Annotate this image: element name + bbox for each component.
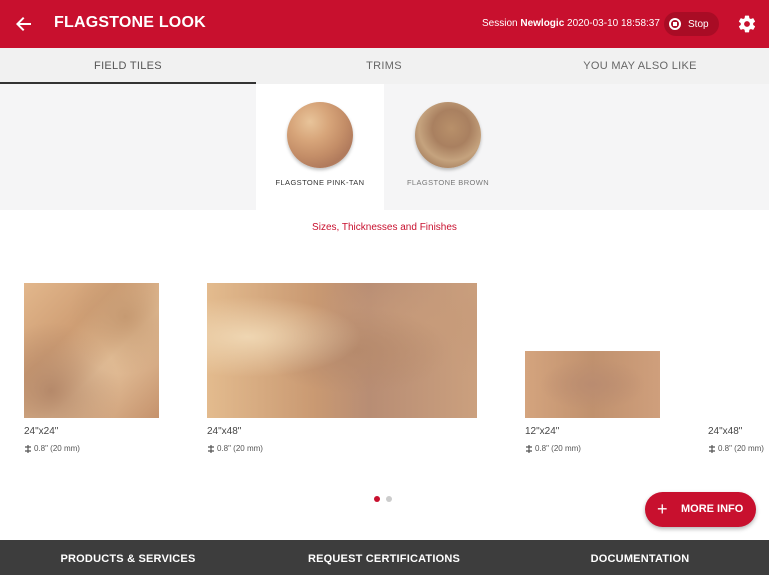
tab-bar: FIELD TILES TRIMS YOU MAY ALSO LIKE [0,48,769,85]
tile-thickness-value: 0.8" (20 mm) [535,444,581,453]
session-prefix: Session [482,18,521,29]
more-info-label: MORE INFO [681,503,744,515]
tile-image-12x24[interactable] [525,351,660,418]
tile-thickness: 0.8" (20 mm) [525,444,581,453]
more-info-button[interactable]: + MORE INFO [645,492,756,527]
tile-size-label: 24"x48" [708,426,743,437]
session-info: Session Newlogic 2020-03-10 18:58:37 [482,18,660,29]
color-swatch-label: FLAGSTONE BROWN [406,178,490,187]
session-time: 2020-03-10 18:58:37 [564,18,660,29]
thickness-icon [709,444,715,453]
tab-trims[interactable]: TRIMS [256,48,512,84]
pager-dot[interactable] [386,496,392,502]
color-swatch-brown[interactable]: FLAGSTONE BROWN [384,84,512,210]
tile-thickness: 0.8" (20 mm) [24,444,80,453]
tile-size-label: 24"x48" [207,426,242,437]
tab-you-may-also-like[interactable]: YOU MAY ALSO LIKE [512,48,768,84]
tile-thickness-value: 0.8" (20 mm) [34,444,80,453]
back-arrow-icon[interactable] [12,12,36,36]
bottom-nav: PRODUCTS & SERVICES REQUEST CERTIFICATIO… [0,540,769,575]
color-swatch-label: FLAGSTONE PINK-TAN [275,178,365,187]
thickness-icon [208,444,214,453]
nav-documentation[interactable]: DOCUMENTATION [512,540,768,575]
stop-icon [669,18,681,30]
page-title: FLAGSTONE LOOK [54,14,206,31]
color-swatch-pink-tan[interactable]: FLAGSTONE PINK-TAN [256,84,384,210]
settings-gear-icon[interactable] [737,14,757,34]
tile-thickness: 0.8" (20 mm) [708,444,764,453]
color-swatch-image [287,102,353,168]
tile-image-24x48[interactable] [207,283,477,418]
thickness-icon [25,444,31,453]
nav-products-services[interactable]: PRODUCTS & SERVICES [0,540,256,575]
thickness-icon [526,444,532,453]
app-header: FLAGSTONE LOOK Session Newlogic 2020-03-… [0,0,769,48]
sizes-thicknesses-finishes-link[interactable]: Sizes, Thicknesses and Finishes [0,222,769,233]
tile-thickness: 0.8" (20 mm) [207,444,263,453]
color-swatch-image [415,102,481,168]
plus-icon: + [657,499,668,519]
tile-thickness-value: 0.8" (20 mm) [718,444,764,453]
stop-session-button[interactable]: Stop [664,12,719,36]
tile-image-24x24[interactable] [24,283,159,418]
color-selector: FLAGSTONE PINK-TAN FLAGSTONE BROWN [0,84,769,210]
stop-label: Stop [688,18,709,30]
tile-size-label: 12"x24" [525,426,560,437]
pager-dot-active[interactable] [374,496,380,502]
tile-size-label: 24"x24" [24,426,59,437]
tile-thickness-value: 0.8" (20 mm) [217,444,263,453]
session-user: Newlogic [520,18,565,29]
nav-request-certifications[interactable]: REQUEST CERTIFICATIONS [256,540,512,575]
tab-field-tiles[interactable]: FIELD TILES [0,48,256,84]
